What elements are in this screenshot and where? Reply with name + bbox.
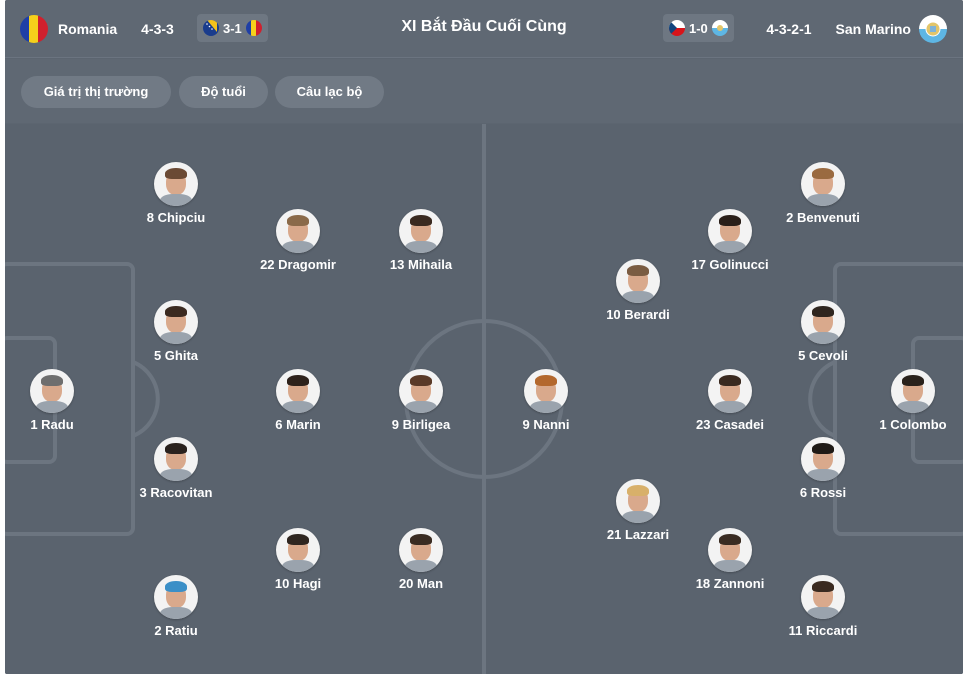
player-ratiu[interactable]: 2 Ratiu [106,575,246,638]
player-name: 23 Casadei [696,417,764,432]
player-photo-avatar [524,369,568,413]
player-name: 1 Radu [30,417,74,432]
player-photo-avatar [891,369,935,413]
filter-market-value-chip[interactable]: Giá trị thị trường [21,76,171,108]
player-photo-avatar [801,300,845,344]
player-photo-avatar [276,369,320,413]
player-photo-avatar [154,300,198,344]
san-marino-flag-icon [711,20,728,36]
player-photo-avatar [801,575,845,619]
player-name: 22 Dragomir [260,257,336,272]
player-photo-avatar [708,528,752,572]
player-name: 10 Hagi [274,576,322,591]
player-name: 11 Riccardi [788,623,858,638]
player-photo-avatar [616,479,660,523]
filter-bar: Giá trị thị trường Độ tuổi Câu lạc bộ [5,59,963,123]
player-dragomir[interactable]: 22 Dragomir [228,209,368,272]
player-colombo[interactable]: 1 Colombo [843,369,963,432]
player-cevoli[interactable]: 5 Cevoli [753,300,893,363]
player-photo-avatar [708,369,752,413]
filter-club-chip[interactable]: Câu lạc bộ [275,76,384,108]
away-recent-score: 1-0 [689,20,708,36]
player-riccardi[interactable]: 11 Riccardi [753,575,893,638]
player-photo-avatar [801,162,845,206]
pitch: 8 Chipciu 22 Dragomir 13 Mihaila 5 Ghita… [5,124,963,674]
lineup-card: Romania 4-3-3 3-1 XI Bắt Đầu Cuối Cùng 1… [5,0,963,674]
player-photo-avatar [399,369,443,413]
lineup-header: Romania 4-3-3 3-1 XI Bắt Đầu Cuối Cùng 1… [5,0,963,58]
player-ghita[interactable]: 5 Ghita [106,300,246,363]
player-name: 5 Cevoli [798,348,848,363]
player-name: 5 Ghita [153,348,199,363]
player-name: 9 Birligea [391,417,451,432]
player-photo-avatar [708,209,752,253]
player-rossi[interactable]: 6 Rossi [753,437,893,500]
player-name: 1 Colombo [879,417,947,432]
player-racovitan[interactable]: 3 Racovitan [106,437,246,500]
player-photo-avatar [154,162,198,206]
player-casadei[interactable]: 23 Casadei [660,369,800,432]
player-name: 2 Ratiu [154,623,198,638]
player-name: 6 Marin [275,417,321,432]
player-photo-avatar [616,259,660,303]
player-mihaila[interactable]: 13 Mihaila [351,209,491,272]
player-photo-avatar [801,437,845,481]
player-chipciu[interactable]: 8 Chipciu [106,162,246,225]
player-name: 10 Berardi [606,307,670,322]
player-photo-avatar [30,369,74,413]
away-team-name: San Marino [835,21,911,37]
player-photo-avatar [399,528,443,572]
san-marino-flag-icon [919,15,947,43]
player-photo-avatar [154,575,198,619]
player-marin[interactable]: 6 Marin [228,369,368,432]
filter-age-chip[interactable]: Độ tuổi [179,76,268,108]
player-radu[interactable]: 1 Radu [5,369,122,432]
player-berardi[interactable]: 10 Berardi [568,259,708,322]
player-name: 6 Rossi [799,485,847,500]
player-name: 8 Chipciu [146,210,206,225]
czech-flag-icon [669,20,685,36]
player-nanni[interactable]: 9 Nanni [476,369,616,432]
player-name: 3 Racovitan [139,485,213,500]
player-man[interactable]: 20 Man [351,528,491,591]
player-photo-avatar [399,209,443,253]
away-formation: 4-3-2-1 [766,21,812,37]
player-name: 20 Man [398,576,444,591]
player-hagi[interactable]: 10 Hagi [228,528,368,591]
player-photo-avatar [276,528,320,572]
away-recent-result[interactable]: 1-0 [663,14,734,42]
player-name: 9 Nanni [522,417,570,432]
player-photo-avatar [154,437,198,481]
away-team[interactable]: 4-3-2-1 San Marino [766,0,947,58]
player-name: 13 Mihaila [389,257,453,272]
player-photo-avatar [276,209,320,253]
player-birligea[interactable]: 9 Birligea [351,369,491,432]
